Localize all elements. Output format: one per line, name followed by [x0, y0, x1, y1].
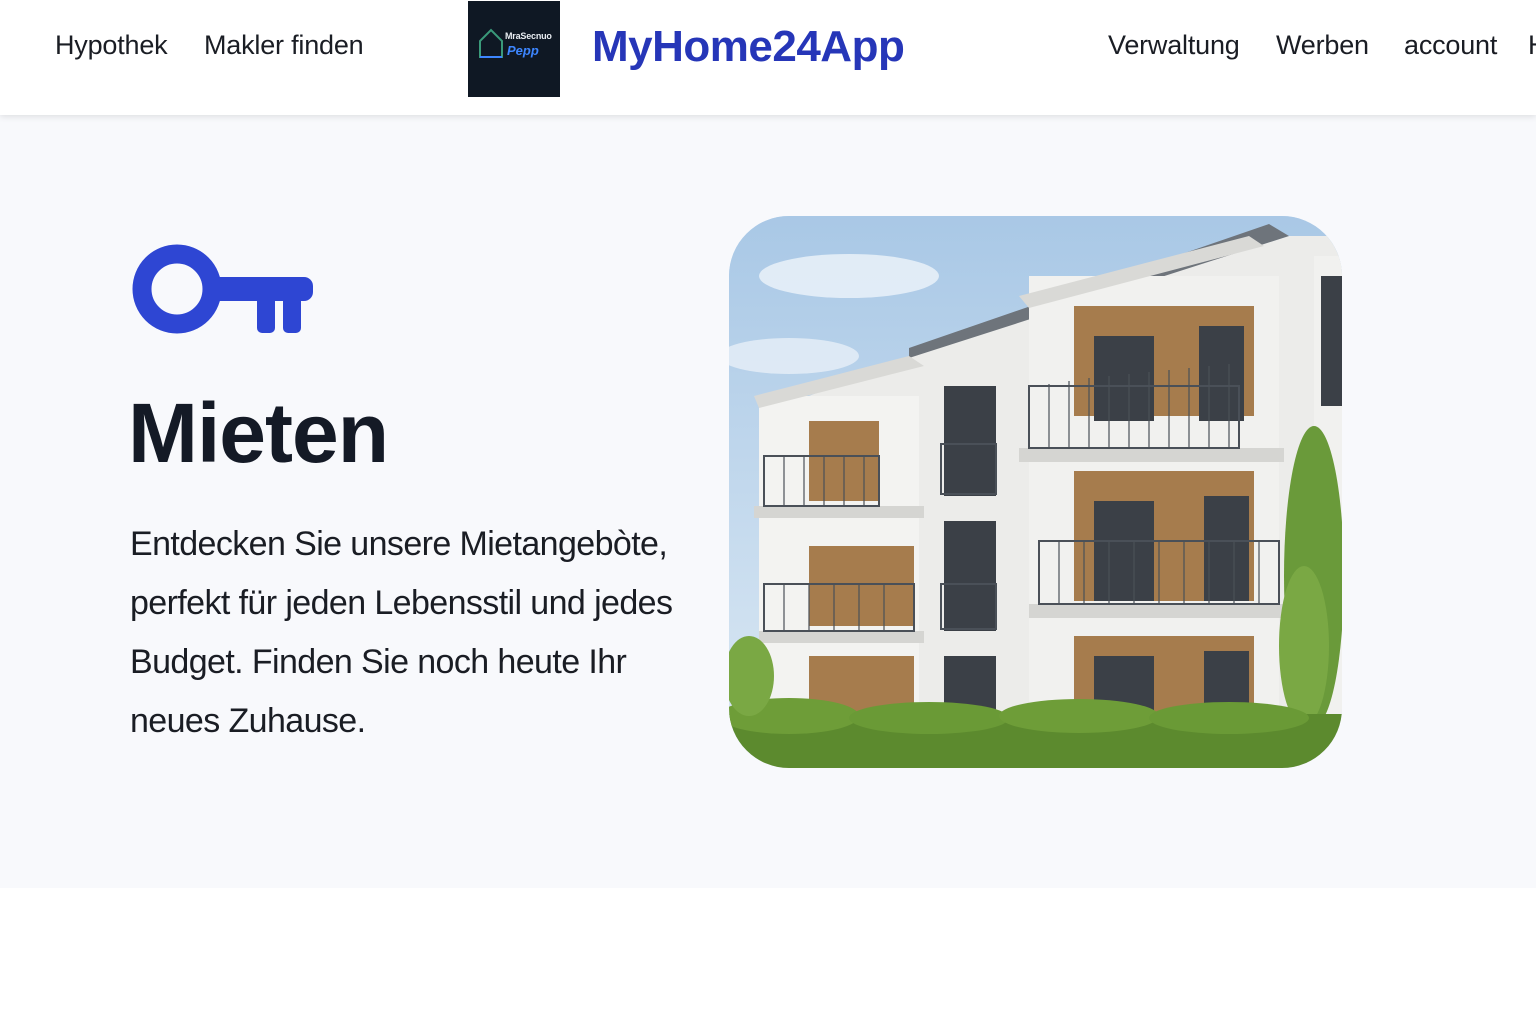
nav-link-verwaltung[interactable]: Verwaltung	[1108, 30, 1240, 61]
hero-section: Mieten Entdecken Sie unsere Mietangebòte…	[0, 115, 1536, 888]
logo-text-bottom: Pepp	[507, 43, 539, 58]
logo-text-top: MraSecnuo	[505, 31, 552, 41]
nav-link-werben[interactable]: Werben	[1276, 30, 1369, 61]
nav-link-hypothek[interactable]: Hypothek	[55, 30, 168, 61]
nav-link-makler-finden[interactable]: Makler finden	[204, 30, 364, 61]
brand-logo[interactable]: MraSecnuo Pepp	[468, 1, 560, 97]
key-icon	[132, 244, 313, 334]
page-lower-area	[0, 888, 1536, 1024]
hero-description: Entdecken Sie unsere Mietangebòte, perfe…	[130, 525, 673, 740]
hero-title: Mieten	[128, 386, 389, 480]
top-navigation-bar: Hypothek Makler finden MraSecnuo Pepp My…	[0, 0, 1536, 115]
nav-link-account[interactable]: account	[1404, 30, 1497, 61]
apartment-building-image	[729, 216, 1342, 768]
nav-link-truncated[interactable]: H	[1528, 30, 1536, 61]
brand-title[interactable]: MyHome24App	[592, 22, 905, 72]
